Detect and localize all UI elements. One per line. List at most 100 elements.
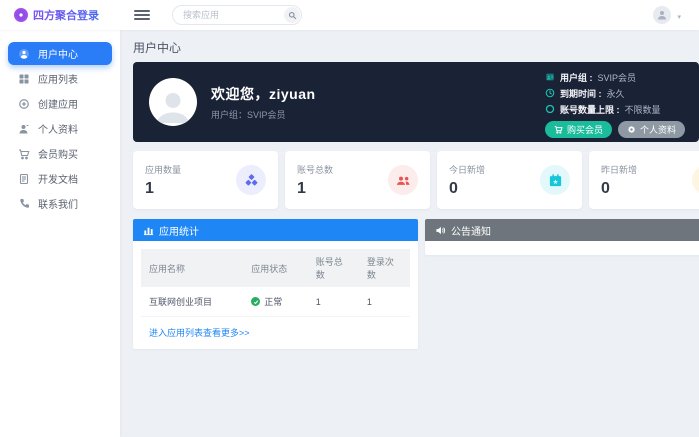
logo-text: 四方聚合登录 bbox=[33, 7, 99, 23]
calendar-icon bbox=[540, 165, 570, 195]
stat-label: 昨日新增 bbox=[601, 163, 637, 176]
speaker-icon bbox=[435, 225, 446, 236]
stat-card-account-total: 账号总数 1 bbox=[285, 151, 430, 209]
info-value: SVIP会员 bbox=[597, 71, 636, 84]
panel-title: 应用统计 bbox=[159, 223, 199, 238]
banner-user-block: 欢迎您，ziyuan 用户组：SVIP会员 bbox=[149, 78, 316, 126]
notice-body bbox=[425, 241, 699, 255]
panel-title: 公告通知 bbox=[451, 223, 491, 238]
stat-value: 1 bbox=[145, 180, 181, 198]
gear-icon bbox=[627, 125, 636, 134]
banner-avatar bbox=[149, 78, 197, 126]
clock-icon bbox=[545, 88, 555, 98]
check-circle-icon bbox=[251, 297, 260, 306]
users-icon bbox=[388, 165, 418, 195]
stat-card-today-new: 今日新增 0 bbox=[437, 151, 582, 209]
sidebar-item-buy-member[interactable]: 会员购买 bbox=[8, 142, 112, 165]
person-icon bbox=[18, 123, 30, 135]
cart-icon bbox=[554, 125, 563, 134]
info-label: 用户组 : bbox=[560, 71, 593, 84]
user-circle-icon bbox=[18, 48, 30, 60]
id-badge-icon bbox=[545, 72, 555, 82]
info-label: 账号数量上限 : bbox=[560, 103, 620, 116]
menu-toggle-icon[interactable] bbox=[134, 8, 150, 22]
cart-icon bbox=[18, 148, 30, 160]
phone-icon bbox=[18, 198, 30, 210]
profile-label: 个人资料 bbox=[640, 123, 676, 136]
bottom-panels: 应用统计 应用名称 应用状态 账号总数 登录次数 bbox=[133, 219, 699, 349]
cubes-icon bbox=[236, 165, 266, 195]
table-row: 互联网创业项目 正常 bbox=[141, 287, 410, 317]
logo[interactable]: 四方聚合登录 bbox=[0, 7, 120, 23]
stat-card-yesterday-new: 昨日新增 0 bbox=[589, 151, 699, 209]
welcome-banner: 欢迎您，ziyuan 用户组：SVIP会员 用户组 : SVIP会员 bbox=[133, 62, 699, 142]
info-line-account-limit: 账号数量上限 : 不限数量 bbox=[545, 103, 685, 116]
info-value: 永久 bbox=[606, 87, 624, 100]
sidebar-item-contact-us[interactable]: 联系我们 bbox=[8, 192, 112, 215]
app-name-cell: 互联网创业项目 bbox=[141, 287, 243, 317]
user-icon bbox=[656, 7, 668, 24]
main-content: 用户中心 用户中心 欢迎您，ziyuan 用户组：SVIP会员 bbox=[120, 30, 699, 437]
sidebar-item-profile[interactable]: 个人资料 bbox=[8, 117, 112, 140]
search-icon bbox=[288, 11, 297, 20]
accounts-cell: 1 bbox=[308, 287, 359, 317]
top-bar: 四方聚合登录 ▾ bbox=[0, 0, 699, 30]
logo-icon bbox=[14, 8, 28, 22]
stat-card-app-count: 应用数量 1 bbox=[133, 151, 278, 209]
info-line-user-group: 用户组 : SVIP会员 bbox=[545, 71, 685, 84]
content-header: 用户中心 用户中心 bbox=[133, 38, 699, 56]
welcome-message: 欢迎您，ziyuan bbox=[211, 84, 316, 104]
buy-member-button[interactable]: 购买会员 bbox=[545, 121, 612, 138]
column-header: 应用名称 bbox=[141, 249, 243, 287]
app-stats-header: 应用统计 bbox=[133, 219, 418, 241]
info-label: 到期时间 : bbox=[560, 87, 602, 100]
document-icon bbox=[18, 173, 30, 185]
sidebar: 用户中心 应用列表 创建应用 个人资料 会员购买 bbox=[0, 30, 120, 437]
column-header: 登录次数 bbox=[359, 249, 410, 287]
welcome-subtitle: 用户组：SVIP会员 bbox=[211, 108, 316, 121]
stat-value: 0 bbox=[601, 180, 637, 198]
logins-cell: 1 bbox=[359, 287, 410, 317]
stat-label: 今日新增 bbox=[449, 163, 485, 176]
app-status-cell: 正常 bbox=[243, 287, 308, 317]
page-title: 用户中心 bbox=[133, 39, 181, 56]
sidebar-item-user-center[interactable]: 用户中心 bbox=[8, 42, 112, 65]
sidebar-item-label: 开发文档 bbox=[38, 171, 78, 186]
column-header: 应用状态 bbox=[243, 249, 308, 287]
grid-icon bbox=[18, 73, 30, 85]
stats-row: 应用数量 1 账号总数 1 bbox=[133, 151, 699, 209]
buy-member-label: 购买会员 bbox=[567, 123, 603, 136]
stat-label: 应用数量 bbox=[145, 163, 181, 176]
sidebar-item-label: 应用列表 bbox=[38, 71, 78, 86]
status-text: 正常 bbox=[264, 295, 282, 308]
search-button[interactable] bbox=[284, 7, 300, 23]
sidebar-item-label: 用户中心 bbox=[38, 46, 78, 61]
column-header: 账号总数 bbox=[308, 249, 359, 287]
profile-button[interactable]: 个人资料 bbox=[618, 121, 685, 138]
calendar-icon bbox=[692, 165, 699, 195]
app-stats-panel: 应用统计 应用名称 应用状态 账号总数 登录次数 bbox=[133, 219, 418, 349]
banner-actions: 购买会员 个人资料 bbox=[545, 121, 685, 138]
notice-panel: 公告通知 bbox=[425, 219, 699, 255]
user-avatar[interactable] bbox=[653, 6, 671, 24]
sidebar-item-label: 联系我们 bbox=[38, 196, 78, 211]
info-line-expiry: 到期时间 : 永久 bbox=[545, 87, 685, 100]
view-more-link[interactable]: 进入应用列表查看更多>> bbox=[133, 317, 418, 349]
sidebar-item-dev-docs[interactable]: 开发文档 bbox=[8, 167, 112, 190]
search-input[interactable] bbox=[172, 5, 302, 25]
app-window: 四方聚合登录 ▾ 用户中心 bbox=[0, 0, 699, 437]
sidebar-item-app-list[interactable]: 应用列表 bbox=[8, 67, 112, 90]
app-stats-table-wrap: 应用名称 应用状态 账号总数 登录次数 互联网创业项目 bbox=[133, 249, 418, 317]
app-stats-table: 应用名称 应用状态 账号总数 登录次数 互联网创业项目 bbox=[141, 249, 410, 317]
banner-welcome-text: 欢迎您，ziyuan 用户组：SVIP会员 bbox=[211, 84, 316, 121]
stat-label: 账号总数 bbox=[297, 163, 333, 176]
stat-value: 1 bbox=[297, 180, 333, 198]
info-value: 不限数量 bbox=[624, 103, 660, 116]
banner-account-info: 用户组 : SVIP会员 到期时间 : 永久 账号数 bbox=[545, 67, 685, 138]
user-icon bbox=[155, 87, 191, 126]
bar-chart-icon bbox=[143, 225, 154, 236]
sidebar-item-create-app[interactable]: 创建应用 bbox=[8, 92, 112, 115]
plus-circle-icon bbox=[18, 98, 30, 110]
sidebar-item-label: 创建应用 bbox=[38, 96, 78, 111]
notice-header: 公告通知 bbox=[425, 219, 699, 241]
